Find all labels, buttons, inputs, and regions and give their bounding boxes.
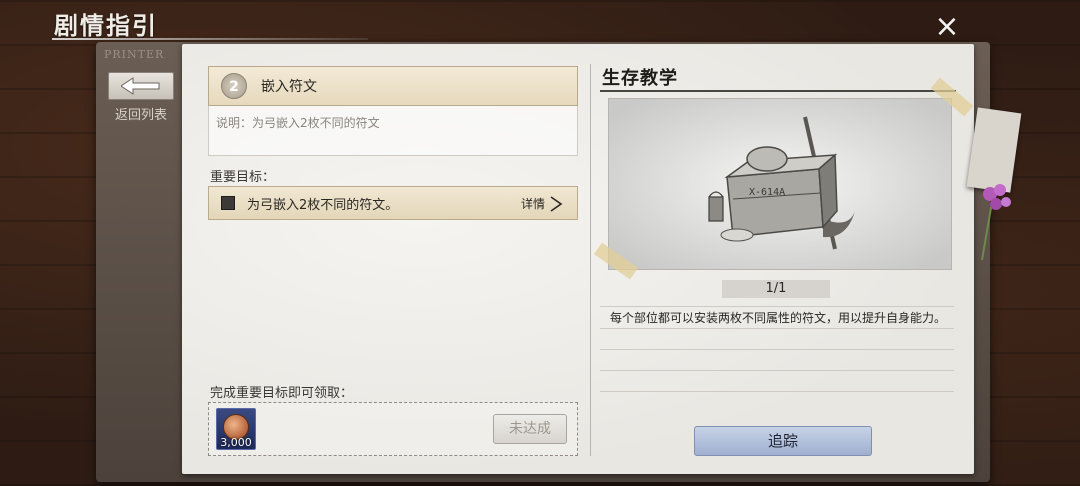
tip-rule [600, 306, 954, 307]
back-button-label[interactable]: 返回列表 [108, 104, 174, 123]
chevron-right-icon [550, 195, 563, 212]
quest-title: 嵌入符文 [261, 79, 317, 95]
reward-label: 完成重要目标即可领取： [210, 386, 354, 401]
title-underline [52, 38, 368, 40]
quest-description: 说明：为弓嵌入2枚不同的符文 [216, 116, 380, 130]
tutorial-title: 生存教学 [602, 68, 678, 89]
goal-row[interactable]: 为弓嵌入2枚不同的符文。 详情 [208, 186, 578, 220]
quest-header[interactable]: 2 嵌入符文 [208, 66, 578, 106]
tip-rule [600, 391, 954, 392]
close-icon[interactable]: × [930, 10, 964, 44]
goal-checkbox [221, 196, 235, 210]
folder-stamp: PRINTER [104, 48, 165, 61]
tip-rule [600, 349, 954, 350]
panel-divider [590, 64, 591, 456]
tutorial-photo: X-614A [608, 98, 952, 270]
tutorial-tip-text: 每个部位都可以安装两枚不同属性的符文，用以提升自身能力。 [610, 311, 947, 325]
claim-status-button: 未达成 [493, 414, 567, 444]
supply-crate-illustration: X-614A [708, 116, 855, 250]
reward-amount: 3,000 [220, 436, 252, 449]
crate-stencil: X-614A [749, 187, 785, 198]
arrow-left-icon [121, 77, 160, 95]
goal-detail-label: 详情 [520, 197, 545, 211]
page-title: 剧情指引 [54, 12, 158, 40]
flower-decoration [981, 184, 1011, 261]
back-button[interactable] [108, 72, 174, 100]
goal-detail-button[interactable]: 详情 [521, 195, 563, 212]
goal-text: 为弓嵌入2枚不同的符文。 [247, 197, 399, 213]
tutorial-title-underline [600, 90, 956, 92]
quest-number-badge: 2 [221, 73, 247, 99]
page-indicator: 1/1 [722, 280, 830, 298]
track-button[interactable]: 追踪 [694, 426, 872, 456]
tip-rule [600, 370, 954, 371]
goals-label: 重要目标： [210, 170, 276, 185]
